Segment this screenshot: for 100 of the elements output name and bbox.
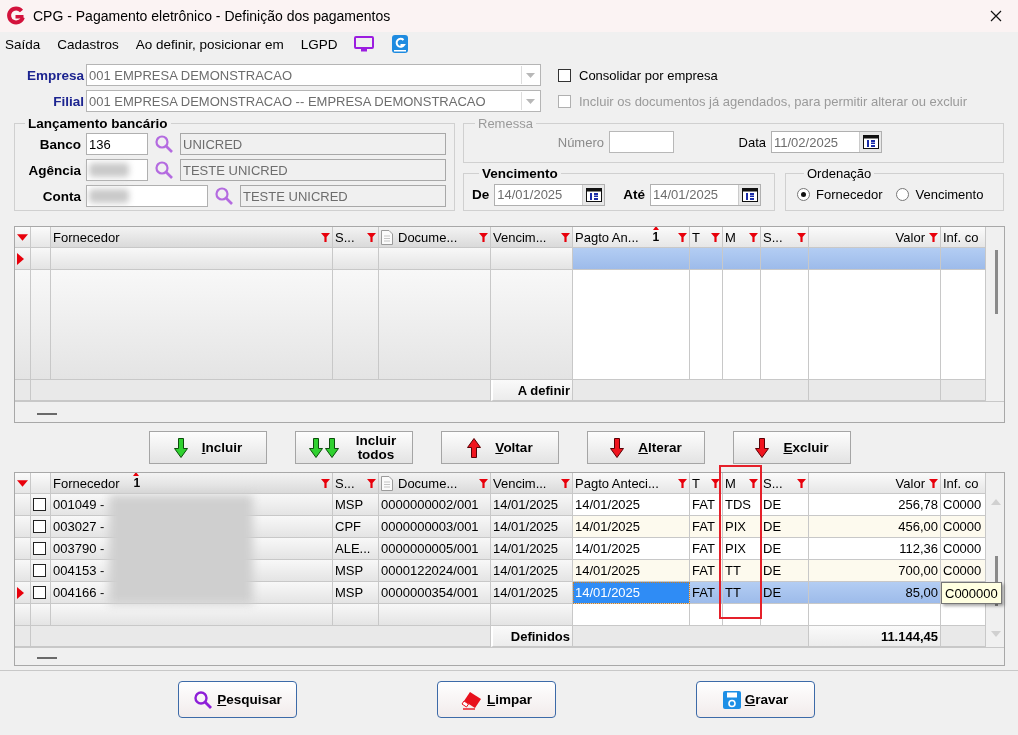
lookup-button[interactable] [154,160,174,180]
radio-button[interactable] [896,188,910,201]
checkbox[interactable] [33,498,46,511]
column-header[interactable]: Inf. co [941,227,986,248]
input-field[interactable]: 136 [86,133,148,155]
column-menu-button[interactable] [15,227,31,248]
table-cell: TT [723,582,761,604]
column-header[interactable]: Docume... [379,473,491,494]
input-field[interactable] [86,159,148,181]
column-header[interactable]: S... [761,473,809,494]
filter-icon[interactable] [367,478,376,488]
action-button[interactable]: Incluir [149,431,267,464]
lookup-button[interactable] [154,134,174,154]
filter-icon[interactable] [749,478,758,488]
checkbox[interactable] [33,542,46,555]
table-cell: 14/01/2025 [573,516,690,538]
column-header[interactable]: Valor [809,473,941,494]
row-header[interactable] [15,582,31,604]
filter-icon[interactable] [711,232,720,242]
filter-icon[interactable] [479,232,488,242]
search-icon [193,689,214,710]
action-button[interactable]: Limpar [437,681,556,718]
radio-label: Fornecedor [816,187,883,202]
filter-icon[interactable] [749,232,758,242]
action-button[interactable]: Incluir todos [295,431,413,464]
column-header[interactable]: S... [761,227,809,248]
input-field[interactable] [86,185,208,207]
calendar-button[interactable] [582,184,605,205]
column-menu-button[interactable] [15,473,31,494]
action-button[interactable]: Gravar [696,681,815,718]
splitter-handle[interactable] [37,413,57,415]
column-header[interactable]: Inf. co [941,473,986,494]
checkbox-label: Consolidar por empresa [579,67,718,83]
field-label: Filial [52,93,84,109]
filter-icon[interactable] [367,232,376,242]
table-cell: C0000 [941,494,986,516]
monitor-icon [354,36,375,52]
filter-icon[interactable] [678,478,687,488]
field-label: Empresa [25,67,84,83]
filter-icon[interactable] [929,232,938,242]
column-header[interactable]: Pagto Anteci... [573,473,690,494]
splitter-handle[interactable] [37,657,57,659]
checkbox[interactable] [558,68,571,82]
filter-icon[interactable] [797,232,806,242]
field-label: Agência [27,162,81,178]
date-field[interactable]: 14/01/2025 [650,183,762,206]
filter-icon[interactable] [321,232,330,242]
checkbox[interactable] [33,520,46,533]
column-header[interactable]: T [690,227,723,248]
document-icon [381,475,393,491]
action-button[interactable]: Pesquisar [178,681,297,718]
menu-item[interactable]: Cadastros [53,33,123,55]
calendar-icon [741,187,758,202]
filter-icon[interactable] [678,232,687,242]
table-cell: ALE... [333,538,379,560]
filter-icon[interactable] [797,478,806,488]
menu-item[interactable]: LGPD [296,33,342,55]
table-cell: 456,00 [809,516,941,538]
row-header[interactable] [15,248,31,270]
table-cell: C0000 [941,516,986,538]
checkbox[interactable] [33,586,46,599]
action-button[interactable]: Voltar [441,431,559,464]
filter-icon[interactable] [929,478,938,488]
table-cell: 0000000003/001 [379,516,491,538]
column-header[interactable]: Vencim... [491,227,573,248]
column-header[interactable]: T [690,473,723,494]
radio-button[interactable] [797,188,810,201]
filter-icon[interactable] [561,478,570,488]
column-header[interactable]: Docume... [379,227,491,248]
dropdown-field[interactable]: 001 EMPRESA DEMONSTRACAO -- EMPRESA DEMONSTRACAO [86,90,541,112]
calendar-button[interactable] [859,132,881,152]
filter-icon[interactable] [479,478,488,488]
column-header[interactable]: Valor [809,227,941,248]
column-header[interactable]: Fornecedor 1 [51,473,333,494]
sort-indicator: 1 [652,230,660,244]
menu-item[interactable]: Saída [1,33,45,55]
filter-icon[interactable] [321,478,330,488]
table-cell: 0000000354/001 [379,582,491,604]
calendar-button[interactable] [738,184,761,205]
column-header[interactable]: Fornecedor [51,227,333,248]
scrollbar-thumb[interactable] [995,250,998,314]
table-cell: DE [761,494,809,516]
filter-icon[interactable] [561,232,570,242]
search-icon [214,186,234,206]
table-cell: DE [761,560,809,582]
date-field[interactable]: 14/01/2025 [494,183,606,206]
column-header[interactable]: S... [333,473,379,494]
field-label: Banco [38,136,81,152]
menu-item[interactable]: Ao definir, posicionar em [131,33,288,55]
column-header[interactable]: Vencim... [491,473,573,494]
filter-icon[interactable] [711,478,720,488]
column-header[interactable]: Pagto An... 1 [573,227,690,248]
column-header[interactable]: M [723,473,761,494]
action-button[interactable]: Alterar [587,431,705,464]
column-header[interactable]: S... [333,227,379,248]
lookup-button[interactable] [214,186,234,206]
checkbox[interactable] [33,564,46,577]
column-header[interactable]: M [723,227,761,248]
dropdown-field[interactable]: 001 EMPRESA DEMONSTRACAO [86,64,541,86]
action-button[interactable]: Excluir [733,431,851,464]
